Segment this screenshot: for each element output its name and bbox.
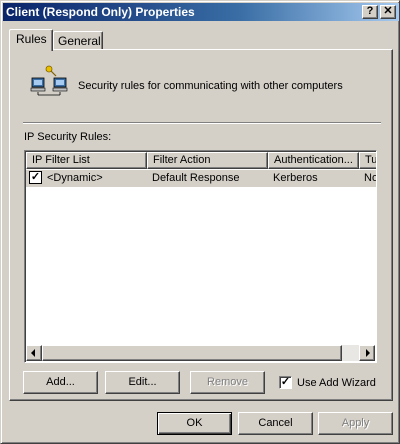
tab-general-label: General bbox=[58, 34, 101, 48]
horizontal-scrollbar[interactable] bbox=[26, 345, 375, 361]
arrow-left-icon bbox=[31, 349, 35, 357]
use-add-wizard-checkbox[interactable]: ✓ bbox=[279, 376, 292, 389]
window-title: Client (Respond Only) Properties bbox=[6, 5, 195, 19]
scroll-thumb[interactable] bbox=[42, 345, 342, 361]
separator bbox=[23, 122, 381, 124]
properties-dialog: Client (Respond Only) Properties ? ✕ Gen… bbox=[0, 0, 400, 444]
cell-tunnel: No bbox=[364, 172, 376, 184]
cancel-button[interactable]: Cancel bbox=[238, 412, 313, 435]
rule-checkbox[interactable]: ✓ bbox=[29, 171, 42, 184]
ip-security-rules-list[interactable]: IP Filter List Filter Action Authenticat… bbox=[24, 150, 377, 363]
apply-button[interactable]: Apply bbox=[318, 412, 393, 435]
arrow-right-icon bbox=[366, 349, 370, 357]
ok-button[interactable]: OK bbox=[157, 412, 232, 435]
add-button[interactable]: Add... bbox=[23, 371, 98, 394]
remove-button[interactable]: Remove bbox=[190, 371, 265, 394]
title-bar[interactable]: Client (Respond Only) Properties ? ✕ bbox=[3, 3, 399, 21]
edit-button[interactable]: Edit... bbox=[105, 371, 180, 394]
list-header: IP Filter List Filter Action Authenticat… bbox=[26, 152, 376, 169]
column-header-filter-action[interactable]: Filter Action bbox=[147, 152, 268, 169]
ip-security-rules-label: IP Security Rules: bbox=[24, 131, 112, 143]
tab-rules[interactable]: Rules bbox=[9, 29, 53, 51]
scroll-left-button[interactable] bbox=[26, 345, 42, 361]
column-header-ip-filter-list[interactable]: IP Filter List bbox=[26, 152, 147, 169]
column-header-authentication[interactable]: Authentication... bbox=[268, 152, 359, 169]
tab-rules-label: Rules bbox=[16, 32, 47, 46]
use-add-wizard-label[interactable]: Use Add Wizard bbox=[297, 377, 376, 389]
close-button[interactable]: ✕ bbox=[380, 5, 396, 19]
help-button[interactable]: ? bbox=[362, 5, 378, 19]
tab-general[interactable]: General bbox=[53, 31, 103, 51]
table-row[interactable]: ✓ <Dynamic> Default Response Kerberos No bbox=[26, 170, 376, 187]
cell-ip-filter-list: <Dynamic> bbox=[47, 172, 103, 184]
cell-authentication: Kerberos bbox=[273, 172, 318, 184]
rules-panel: Security rules for communicating with ot… bbox=[9, 49, 393, 401]
network-computers-icon bbox=[30, 65, 68, 96]
column-header-tunnel[interactable]: Tu bbox=[359, 152, 376, 169]
rules-description: Security rules for communicating with ot… bbox=[78, 80, 343, 92]
scroll-right-button[interactable] bbox=[359, 345, 375, 361]
cell-filter-action: Default Response bbox=[152, 172, 240, 184]
